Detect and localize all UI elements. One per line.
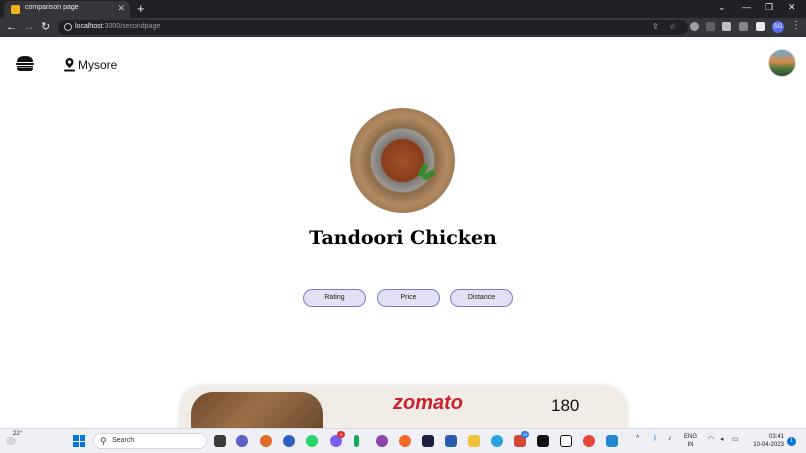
- mongodb-icon[interactable]: [354, 435, 359, 447]
- page-content: Mysore Tandoori Chicken Rating Price Dis…: [0, 37, 806, 428]
- postman-icon[interactable]: [399, 435, 411, 447]
- os-taskbar: 22° ⚲ Search 9 29 ^ ᛒ ♪ ENG IN ◠ ◂ ▭ 03:…: [0, 428, 806, 453]
- messenger-badge: 9: [337, 431, 345, 438]
- tab-title: comparison page: [25, 4, 79, 11]
- lang-code: ENG: [684, 434, 698, 440]
- url-text: localhost:3000/secondpage: [75, 23, 161, 30]
- notion-icon[interactable]: [560, 435, 572, 447]
- close-tab-icon[interactable]: ✕: [117, 3, 125, 14]
- dish-image: [350, 108, 455, 213]
- language-indicator[interactable]: ENG IN: [684, 433, 697, 449]
- side-panel-icon[interactable]: [756, 22, 765, 31]
- microphone-icon[interactable]: ♪: [668, 435, 672, 442]
- volume-icon[interactable]: ◂: [720, 435, 724, 443]
- telegram-icon[interactable]: [491, 435, 503, 447]
- notification-badge[interactable]: 1: [787, 437, 796, 446]
- start-button[interactable]: [73, 435, 85, 447]
- file-explorer-icon[interactable]: [468, 435, 480, 447]
- app-icon[interactable]: [260, 435, 272, 447]
- sort-distance-button[interactable]: Distance: [450, 289, 513, 307]
- weather-temperature: 22°: [13, 431, 23, 437]
- chrome-icon[interactable]: [583, 435, 595, 447]
- platform-logo: zomato: [393, 392, 463, 414]
- extension-icon[interactable]: [706, 22, 715, 31]
- sort-price-button[interactable]: Price: [377, 289, 440, 307]
- reload-button[interactable]: ↻: [41, 20, 50, 34]
- user-avatar[interactable]: [768, 49, 796, 77]
- dish-title: Tandoori Chicken: [309, 227, 497, 249]
- task-view-icon[interactable]: [214, 435, 226, 447]
- result-price: 180: [551, 396, 580, 415]
- result-card[interactable]: zomato 180: [180, 386, 627, 428]
- app-icon[interactable]: [445, 435, 457, 447]
- podcast-icon[interactable]: [376, 435, 388, 447]
- clock[interactable]: 03:41 10-04-2023: [748, 433, 784, 449]
- site-info-icon[interactable]: [64, 23, 72, 31]
- wifi-icon[interactable]: ◠: [708, 435, 714, 443]
- location-label: Mysore: [78, 58, 118, 72]
- chat-icon[interactable]: [236, 435, 248, 447]
- tab-comparison-page[interactable]: comparison page ✕: [4, 1, 130, 18]
- search-label: Search: [112, 437, 135, 444]
- forward-button[interactable]: →: [24, 20, 35, 34]
- minimize-button[interactable]: —: [742, 2, 751, 12]
- bookmark-star-icon[interactable]: ☆: [669, 22, 676, 31]
- weather-icon[interactable]: [6, 437, 16, 445]
- app-icon[interactable]: [422, 435, 434, 447]
- share-icon[interactable]: ⇪: [652, 22, 659, 31]
- close-window-button[interactable]: ✕: [788, 2, 796, 13]
- sort-rating-button[interactable]: Rating: [303, 289, 366, 307]
- result-dish-image: [191, 392, 323, 428]
- search-icon: ⚲: [100, 436, 107, 446]
- taskbar-search[interactable]: ⚲ Search: [93, 433, 207, 449]
- mail-badge: 29: [521, 431, 529, 438]
- vscode-icon[interactable]: [606, 435, 618, 447]
- profile-avatar[interactable]: SG: [772, 21, 784, 33]
- browser-toolbar: ← → ↻ localhost:3000/secondpage ⇪ ☆ SG ⋮: [0, 18, 806, 37]
- location-pin-icon: [64, 58, 75, 72]
- tab-search-icon[interactable]: ⌄: [718, 2, 726, 13]
- back-button[interactable]: ←: [6, 20, 17, 34]
- new-tab-button[interactable]: +: [137, 1, 145, 16]
- bluetooth-icon[interactable]: ᛒ: [653, 435, 657, 442]
- location-selector[interactable]: Mysore: [64, 56, 117, 74]
- tray-overflow-icon[interactable]: ^: [636, 435, 639, 442]
- restore-button[interactable]: ❐: [765, 2, 773, 13]
- extensions-puzzle-icon[interactable]: [722, 22, 731, 31]
- clock-time: 03:41: [768, 434, 784, 440]
- app-icon[interactable]: [283, 435, 295, 447]
- whatsapp-icon[interactable]: [306, 435, 318, 447]
- clock-date: 10-04-2023: [753, 442, 784, 448]
- battery-icon[interactable]: ▭: [732, 435, 739, 443]
- burger-logo-icon[interactable]: [16, 56, 34, 71]
- terminal-icon[interactable]: [537, 435, 549, 447]
- browser-menu-icon[interactable]: ⋮: [791, 20, 801, 31]
- address-bar[interactable]: localhost:3000/secondpage ⇪ ☆: [58, 20, 688, 35]
- lang-region: IN: [687, 442, 694, 448]
- extension-icon[interactable]: [690, 22, 699, 31]
- browser-tab-strip: comparison page ✕ + ⌄ — ❐ ✕: [0, 0, 806, 18]
- reading-list-icon[interactable]: [739, 22, 748, 31]
- favicon-icon: [11, 5, 20, 14]
